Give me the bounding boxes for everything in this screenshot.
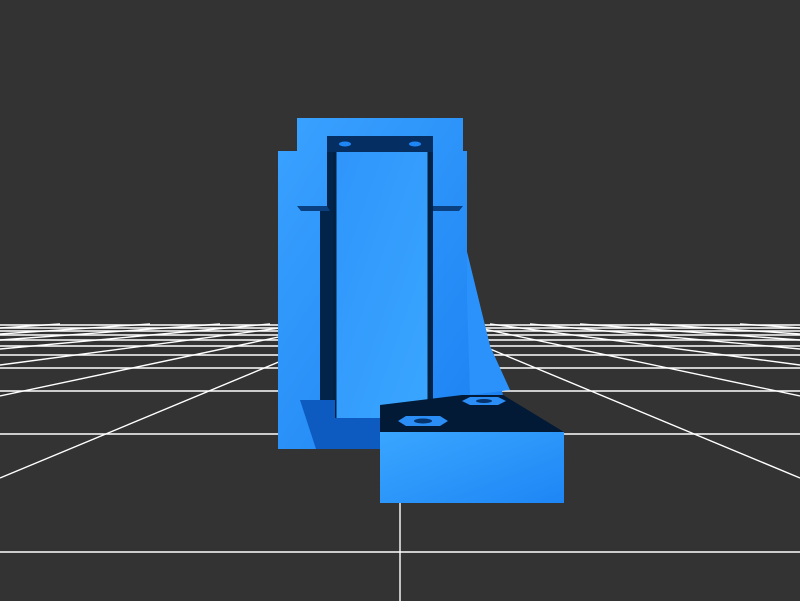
mount-hole [339, 141, 351, 147]
hex-nut-hole [476, 399, 492, 403]
base-block-front [380, 432, 564, 503]
slot-inner-panel [335, 152, 429, 418]
3d-viewport[interactable] [0, 0, 800, 601]
hex-nut-hole [414, 418, 432, 424]
slot-ledge-left [297, 206, 330, 211]
mount-hole [409, 141, 421, 147]
slot-ledge-right [433, 206, 463, 211]
